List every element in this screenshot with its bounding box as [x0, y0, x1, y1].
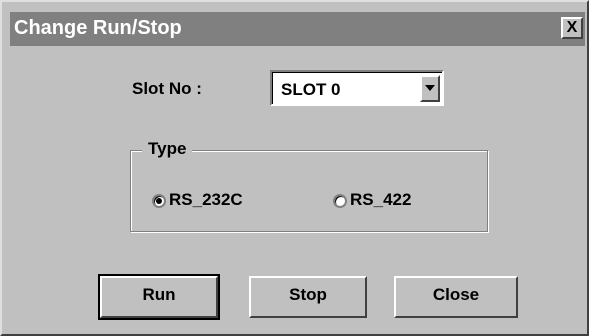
slot-select[interactable]: SLOT 0	[270, 70, 444, 106]
close-button[interactable]: Close	[394, 276, 518, 318]
radio-label-rs422[interactable]: RS_422	[350, 190, 411, 210]
radio-button-rs422[interactable]	[333, 194, 347, 208]
stop-button[interactable]: Stop	[249, 276, 367, 318]
dialog-title: Change Run/Stop	[14, 17, 182, 39]
radio-selected-dot	[156, 198, 162, 204]
radio-label-rs232c[interactable]: RS_232C	[169, 190, 243, 210]
change-run-stop-dialog: Change Run/Stop X Slot No : SLOT 0 Type …	[0, 0, 589, 336]
dropdown-button[interactable]	[420, 75, 440, 102]
slot-select-value: SLOT 0	[281, 80, 341, 99]
close-icon[interactable]: X	[561, 17, 583, 39]
title-bar[interactable]: Change Run/Stop X	[10, 12, 585, 46]
run-button[interactable]: Run	[98, 274, 220, 320]
type-group-title: Type	[142, 139, 193, 159]
chevron-down-icon	[425, 85, 435, 91]
slot-no-label: Slot No :	[132, 79, 202, 98]
radio-button-rs232c[interactable]	[152, 194, 166, 208]
slot-select-field: SLOT 0	[272, 72, 442, 104]
